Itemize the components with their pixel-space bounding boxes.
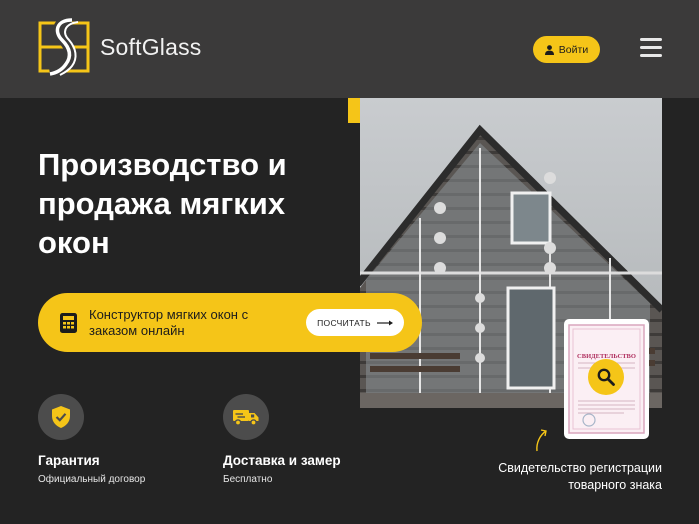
arrow-right-icon (376, 320, 393, 325)
feature-delivery: Доставка и замер Бесплатно (223, 394, 341, 485)
decorative-accent-bar (348, 98, 360, 123)
user-icon (544, 44, 554, 55)
login-button[interactable]: Войти (533, 36, 600, 63)
curved-arrow-icon (536, 429, 547, 452)
logo[interactable]: SoftGlass (38, 18, 202, 76)
calculate-button-label: ПОСЧИТАТЬ (317, 317, 371, 328)
feature-warranty: Гарантия Официальный договор (38, 394, 145, 485)
feature-icon-circle (38, 394, 84, 440)
site-header: SoftGlass Войти (0, 0, 699, 98)
calculator-icon (60, 313, 77, 333)
magnifier-icon[interactable] (588, 359, 624, 395)
feature-subtitle: Бесплатно (223, 474, 273, 485)
menu-line (640, 38, 662, 41)
menu-line (640, 54, 662, 57)
softglass-logo-icon (38, 18, 90, 76)
certificate-thumbnail[interactable]: СВИДЕТЕЛЬСТВО (564, 319, 649, 439)
truck-icon (233, 410, 259, 426)
page-title: Производство и продажа мягких окон (38, 147, 287, 260)
login-label: Войти (558, 43, 589, 56)
calculator-cta-banner[interactable]: Конструктор мягких окон с заказом онлайн… (38, 293, 422, 352)
calculate-button[interactable]: ПОСЧИТАТЬ (306, 309, 404, 336)
feature-subtitle: Официальный договор (38, 474, 146, 485)
hamburger-menu-icon[interactable] (640, 38, 662, 57)
cta-text: Конструктор мягких окон с заказом онлайн (89, 307, 249, 338)
feature-icon-circle (223, 394, 269, 440)
shield-check-icon (52, 406, 70, 428)
menu-line (640, 46, 662, 49)
logo-text: SoftGlass (100, 33, 202, 60)
feature-title: Гарантия (38, 453, 100, 468)
certificate-caption: Свидетельство регистрации товарного знак… (498, 461, 662, 492)
feature-title: Доставка и замер (223, 453, 341, 468)
